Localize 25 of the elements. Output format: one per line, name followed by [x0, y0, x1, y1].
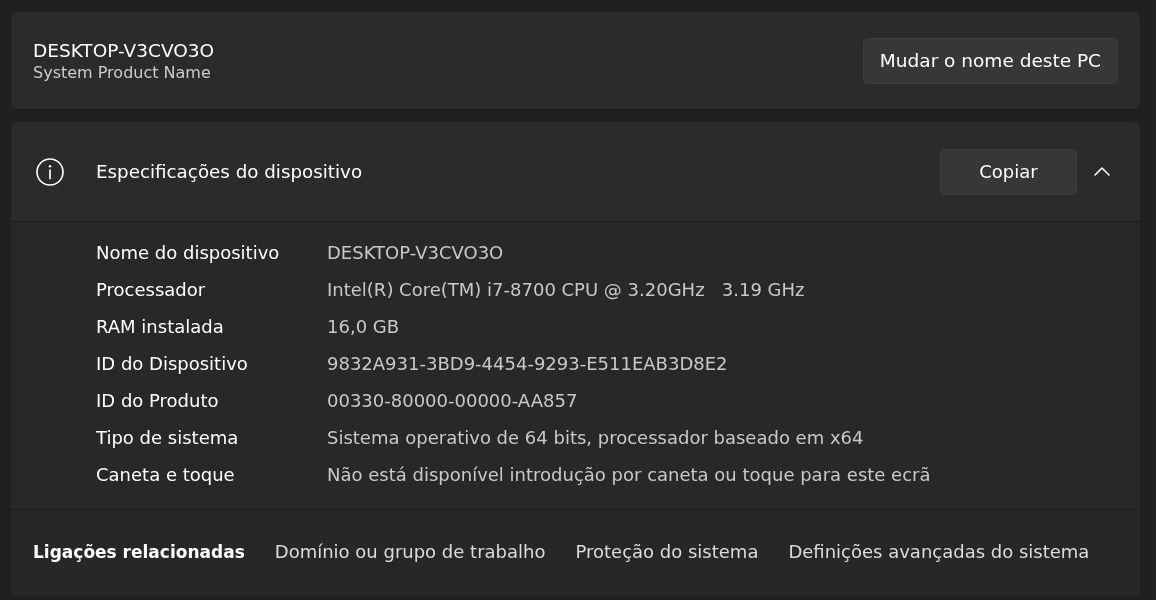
spec-value: Intel(R) Core(TM) i7-8700 CPU @ 3.20GHz 3.19 GHz: [327, 279, 805, 300]
spec-label: Processador: [96, 279, 207, 300]
related-link[interactable]: Definições avançadas do sistema: [788, 541, 1090, 562]
device-name: DESKTOP-V3CVO3O: [33, 39, 215, 61]
spec-value: 16,0 GB: [327, 316, 400, 337]
related-link[interactable]: Domínio ou grupo de trabalho: [274, 541, 546, 562]
spec-value: Não está disponível introdução por caneta ou toque para este ecrã: [327, 464, 931, 485]
rename-button[interactable]: Mudar o nome deste PC: [862, 37, 1118, 84]
copy-button[interactable]: Copiar: [940, 148, 1077, 195]
spec-value: DESKTOP-V3CVO3O: [327, 242, 504, 263]
spec-label: ID do Produto: [96, 390, 220, 411]
related-link[interactable]: Proteção do sistema: [575, 541, 759, 562]
related-title: Ligações relacionadas: [33, 541, 245, 562]
spec-value: 9832A931-3BD9-4454-9293-E511EAB3D8E2: [327, 353, 728, 374]
spec-label: Nome do dispositivo: [96, 242, 281, 263]
spec-label: ID do Dispositivo: [96, 353, 249, 374]
spec-label: Caneta e toque: [96, 464, 236, 485]
chevron-icon: [1094, 167, 1110, 176]
spec-label: RAM instalada: [96, 316, 225, 337]
info-icon: [36, 157, 64, 186]
spec-value: Sistema operativo de 64 bits, processador baseado em x64: [327, 427, 864, 448]
section-title: Especificações do dispositivo: [96, 161, 363, 182]
device-model: System Product Name: [33, 62, 212, 82]
spec-value: 00330-80000-00000-AA857: [327, 390, 578, 411]
spec-label: Tipo de sistema: [96, 427, 240, 448]
